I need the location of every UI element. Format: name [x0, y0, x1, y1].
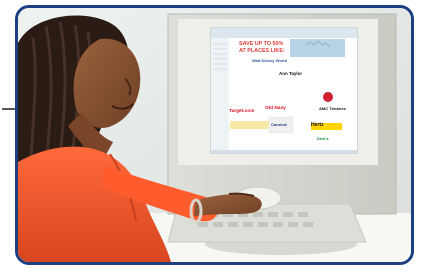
- screen-headline-2: AT PLACES LIKE:: [239, 48, 285, 54]
- logo-ann-taylor: Ann Taylor: [279, 71, 303, 76]
- photo-scene: SAVE UP TO 50% AT PLACES LIKE: Walt Disn…: [18, 8, 411, 262]
- logo-hertz: Hertz: [311, 122, 324, 128]
- logo-amc: AMC Theatres: [319, 106, 346, 111]
- screen-headline-1: SAVE UP TO 50%: [239, 41, 284, 47]
- monitor-screen: SAVE UP TO 50% AT PLACES LIKE: Walt Disn…: [210, 27, 358, 154]
- left-rule: [2, 108, 15, 110]
- logo-disney: Walt Disney World: [252, 58, 287, 63]
- logo-target: Target.com: [229, 109, 255, 114]
- photo-stage: SAVE UP TO 50% AT PLACES LIKE: Walt Disn…: [0, 0, 421, 269]
- logo-dicks: Dick's: [317, 136, 329, 141]
- logo-old-navy: Old Navy: [265, 106, 286, 111]
- screen-graphics: [211, 28, 357, 153]
- photo-frame: SAVE UP TO 50% AT PLACES LIKE: Walt Disn…: [15, 5, 414, 265]
- logo-carnival: Carnival: [271, 122, 287, 127]
